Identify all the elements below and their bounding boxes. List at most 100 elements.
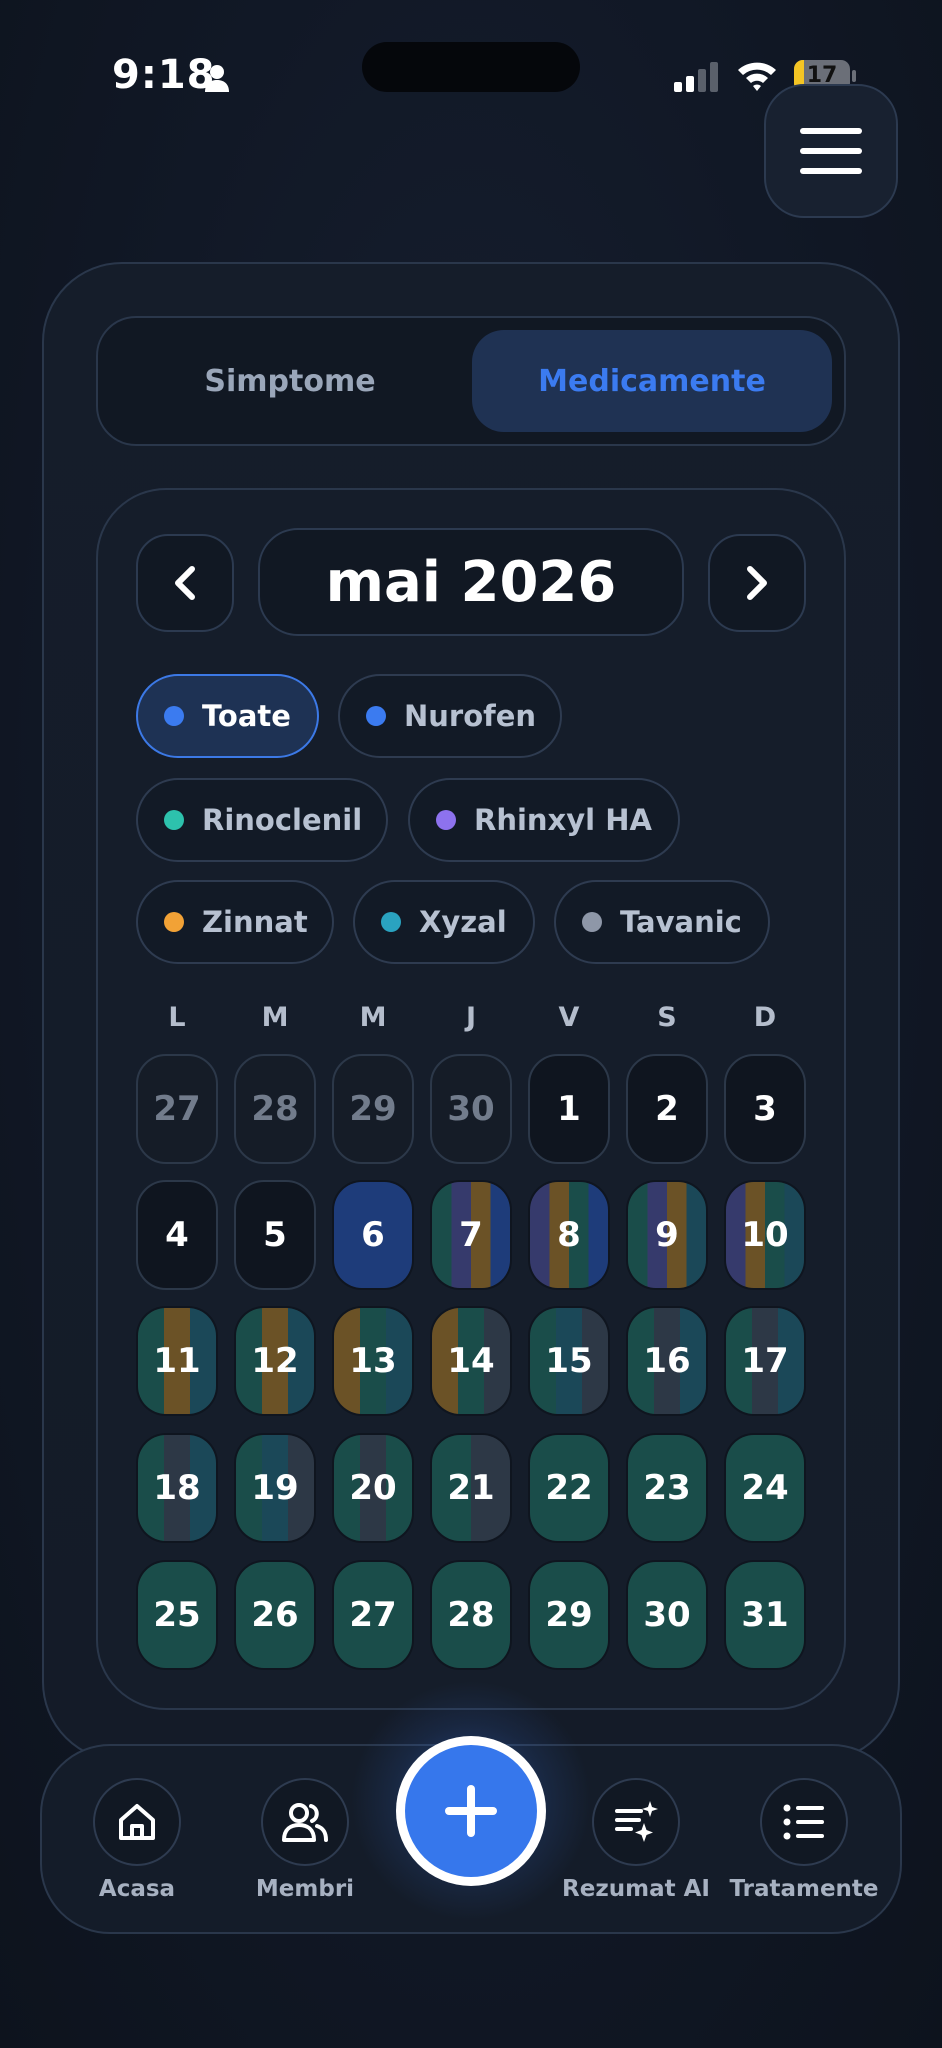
list-icon	[783, 1804, 824, 1840]
calendar-day[interactable]: 12	[234, 1306, 316, 1416]
filter-chip-label: Zinnat	[202, 905, 308, 939]
members-icon	[282, 1803, 328, 1842]
day-number: 23	[643, 1468, 691, 1508]
day-number: 30	[447, 1089, 495, 1129]
calendar-day[interactable]: 30	[626, 1560, 708, 1670]
day-number: 10	[741, 1215, 789, 1255]
filter-chip-xyzal[interactable]: Xyzal	[353, 880, 535, 964]
calendar-day[interactable]: 31	[724, 1560, 806, 1670]
calendar-day[interactable]: 22	[528, 1433, 610, 1543]
calendar-day[interactable]: 20	[332, 1433, 414, 1543]
calendar-day[interactable]: 27	[136, 1054, 218, 1164]
calendar-day[interactable]: 17	[724, 1306, 806, 1416]
day-number: 2	[655, 1089, 679, 1129]
view-toggle: Simptome Medicamente	[96, 316, 846, 446]
calendar-day[interactable]: 2	[626, 1054, 708, 1164]
day-number: 17	[741, 1341, 789, 1381]
filter-chip-rhinxyl[interactable]: Rhinxyl HA	[408, 778, 680, 862]
nav-treatments[interactable]: Tratamente	[724, 1778, 884, 1902]
calendar-day[interactable]: 30	[430, 1054, 512, 1164]
calendar-day[interactable]: 28	[430, 1560, 512, 1670]
calendar-day[interactable]: 29	[332, 1054, 414, 1164]
calendar-day[interactable]: 9	[626, 1180, 708, 1290]
calendar-day[interactable]: 7	[430, 1180, 512, 1290]
calendar-day[interactable]: 21	[430, 1433, 512, 1543]
calendar-day[interactable]: 19	[234, 1433, 316, 1543]
calendar-day[interactable]: 4	[136, 1180, 218, 1290]
calendar-day[interactable]: 29	[528, 1560, 610, 1670]
dynamic-island	[362, 42, 580, 92]
hamburger-menu-icon	[800, 128, 862, 174]
calendar-day[interactable]: 5	[234, 1180, 316, 1290]
tab-simptome[interactable]: Simptome	[110, 330, 470, 432]
nav-home[interactable]: Acasa	[57, 1778, 217, 1902]
nav-home-label: Acasa	[98, 1876, 176, 1902]
weekday-label: M	[261, 1002, 289, 1033]
day-number: 24	[741, 1468, 789, 1508]
day-number: 15	[545, 1341, 593, 1381]
filter-chip-rinoclenil[interactable]: Rinoclenil	[136, 778, 388, 862]
color-dot-icon	[164, 706, 184, 726]
filter-chip-label: Nurofen	[404, 699, 537, 733]
calendar-day[interactable]: 10	[724, 1180, 806, 1290]
day-number: 5	[263, 1215, 287, 1255]
day-number: 7	[459, 1215, 483, 1255]
chevron-right-icon	[747, 566, 767, 600]
nav-ai-summary[interactable]: Rezumat AI	[556, 1778, 716, 1902]
calendar-day[interactable]: 1	[528, 1054, 610, 1164]
color-dot-icon	[366, 706, 386, 726]
day-number: 26	[251, 1595, 299, 1635]
calendar-day[interactable]: 28	[234, 1054, 316, 1164]
filter-chip-tavanic[interactable]: Tavanic	[554, 880, 770, 964]
weekday-label: J	[465, 1002, 477, 1033]
previous-month-button[interactable]	[136, 534, 234, 632]
cellular-signal-icon	[674, 62, 718, 92]
calendar-day[interactable]: 26	[234, 1560, 316, 1670]
day-number: 16	[643, 1341, 691, 1381]
day-number: 27	[153, 1089, 201, 1129]
calendar-day[interactable]: 11	[136, 1306, 218, 1416]
filter-chip-label: Rinoclenil	[202, 803, 363, 837]
filter-chip-toate[interactable]: Toate	[136, 674, 319, 758]
status-time: 9:18	[112, 52, 216, 98]
home-icon	[119, 1804, 155, 1840]
calendar-day[interactable]: 15	[528, 1306, 610, 1416]
next-month-button[interactable]	[708, 534, 806, 632]
day-number: 12	[251, 1341, 299, 1381]
calendar-day[interactable]: 16	[626, 1306, 708, 1416]
day-number: 28	[251, 1089, 299, 1129]
day-number: 25	[153, 1595, 201, 1635]
day-number: 14	[447, 1341, 495, 1381]
color-dot-icon	[381, 912, 401, 932]
filter-chip-label: Xyzal	[419, 905, 507, 939]
nav-members-label: Membri	[255, 1876, 355, 1902]
calendar-day[interactable]: 18	[136, 1433, 218, 1543]
calendar-day[interactable]: 8	[528, 1180, 610, 1290]
plus-icon	[445, 1785, 497, 1837]
day-number: 21	[447, 1468, 495, 1508]
wifi-icon	[738, 62, 776, 91]
chevron-left-icon	[175, 566, 195, 600]
day-number: 3	[753, 1089, 777, 1129]
color-dot-icon	[164, 810, 184, 830]
day-number: 9	[655, 1215, 679, 1255]
day-number: 20	[349, 1468, 397, 1508]
filter-chip-zinnat[interactable]: Zinnat	[136, 880, 334, 964]
day-number: 27	[349, 1595, 397, 1635]
calendar-day[interactable]: 23	[626, 1433, 708, 1543]
calendar-day[interactable]: 24	[724, 1433, 806, 1543]
calendar-day[interactable]: 25	[136, 1560, 218, 1670]
nav-treatments-label: Tratamente	[729, 1876, 879, 1902]
day-number: 28	[447, 1595, 495, 1635]
filter-chip-nurofen[interactable]: Nurofen	[338, 674, 562, 758]
calendar-day[interactable]: 13	[332, 1306, 414, 1416]
calendar-day[interactable]: 3	[724, 1054, 806, 1164]
add-button[interactable]	[396, 1736, 546, 1886]
calendar-day[interactable]: 14	[430, 1306, 512, 1416]
ai-summary-icon	[615, 1801, 658, 1842]
day-number: 31	[741, 1595, 789, 1635]
calendar-day[interactable]: 6	[332, 1180, 414, 1290]
tab-medicamente[interactable]: Medicamente	[472, 330, 832, 432]
menu-button[interactable]	[764, 84, 898, 218]
calendar-day[interactable]: 27	[332, 1560, 414, 1670]
